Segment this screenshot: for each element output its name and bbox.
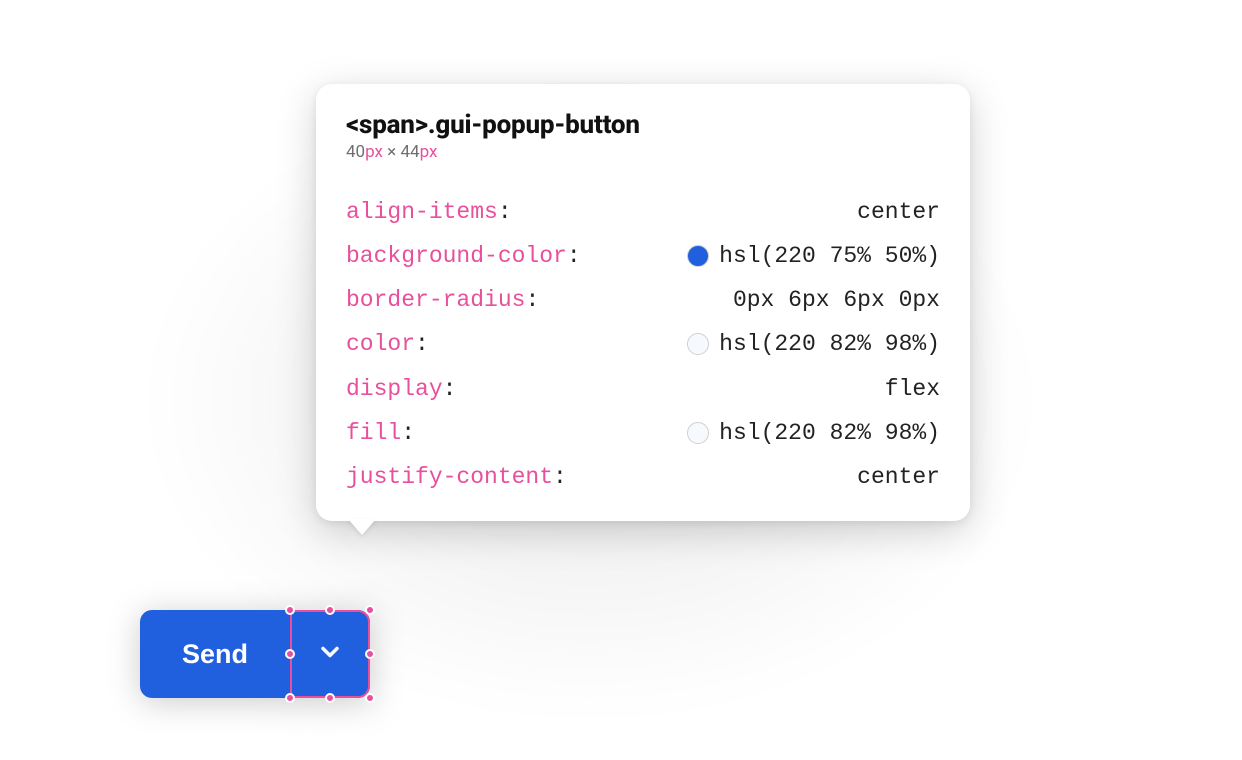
chevron-down-icon [316, 638, 344, 670]
tooltip-header: <span>.gui-popup-button 40px × 44px [346, 110, 940, 162]
css-property-value: hsl(220 82% 98%) [687, 421, 940, 445]
selection-handle[interactable] [365, 605, 375, 615]
split-button: Send [140, 610, 370, 698]
selector-text: <span>.gui-popup-button [346, 110, 940, 140]
dim-width: 40 [346, 142, 365, 162]
css-property-value: center [857, 465, 940, 489]
css-property-row: color: hsl(220 82% 98%) [346, 322, 940, 366]
send-button[interactable]: Send [140, 610, 290, 698]
inspector-tooltip: <span>.gui-popup-button 40px × 44px alig… [316, 84, 970, 521]
selection-handle[interactable] [325, 605, 335, 615]
css-property-value: flex [885, 377, 940, 401]
css-property-value: 0px 6px 6px 0px [733, 288, 940, 312]
send-button-label: Send [182, 639, 248, 670]
css-property-row: fill: hsl(220 82% 98%) [346, 411, 940, 455]
selection-handle[interactable] [365, 649, 375, 659]
css-property-row: justify-content: center [346, 455, 940, 499]
css-property-name: fill: [346, 421, 415, 445]
dim-height: 44 [400, 142, 419, 162]
css-property-row: display: flex [346, 367, 940, 411]
css-property-name: color: [346, 332, 429, 356]
css-property-row: align-items: center [346, 190, 940, 234]
css-property-row: border-radius: 0px 6px 6px 0px [346, 278, 940, 322]
css-property-name: background-color: [346, 244, 581, 268]
css-property-row: background-color: hsl(220 75% 50%) [346, 234, 940, 278]
color-swatch [687, 245, 709, 267]
dim-sep: × [383, 142, 401, 162]
css-property-value: hsl(220 82% 98%) [687, 332, 940, 356]
css-property-name: align-items: [346, 200, 512, 224]
css-property-list: align-items: center background-color: hsl(2… [346, 190, 940, 499]
popup-button[interactable] [290, 610, 370, 698]
color-swatch [687, 422, 709, 444]
color-swatch [687, 333, 709, 355]
css-property-name: display: [346, 377, 456, 401]
css-property-name: justify-content: [346, 465, 567, 489]
css-property-name: border-radius: [346, 288, 539, 312]
css-property-value: center [857, 200, 940, 224]
dim-unit-w: px [365, 142, 383, 162]
dim-unit-h: px [420, 142, 438, 162]
dimensions-text: 40px × 44px [346, 142, 940, 162]
selection-handle[interactable] [365, 693, 375, 703]
css-property-value: hsl(220 75% 50%) [687, 244, 940, 268]
selection-handle[interactable] [325, 693, 335, 703]
